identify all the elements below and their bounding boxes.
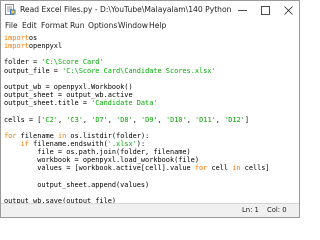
code-token: 'D10' [165, 115, 187, 124]
code-token: 'D9' [141, 115, 158, 124]
code-token: 'Candidate Data' [91, 99, 158, 108]
code-token: 'D8' [116, 115, 133, 124]
code-token: 'C2' [41, 115, 58, 124]
code-token: , [157, 115, 166, 124]
code-token: ] [244, 115, 249, 124]
menu-file[interactable]: File [5, 19, 18, 32]
code-line: output_sheet.append(values) [4, 181, 149, 190]
menu-window[interactable]: Window [118, 19, 148, 32]
close-button[interactable] [277, 1, 299, 19]
idle-editor-window: Read Excel Files.py - D:\YouTube\Malayal… [0, 0, 300, 218]
code-token: output_sheet = output_wb.active [4, 91, 133, 100]
menu-bar: File Edit Format Run Options Window Help [1, 19, 299, 32]
code-token: , [215, 115, 225, 124]
code-token: file = os.path.join(folder, filename) [4, 148, 191, 157]
code-token: 'C:\Score Card\Candidate Scores.xlsx' [62, 66, 216, 75]
code-token: filename.endswith( [28, 139, 108, 148]
code-token: 'C:\Score Card' [41, 58, 104, 67]
code-token: values = [workbook.active[cell].value [4, 164, 195, 173]
code-token: output_file = [4, 66, 63, 75]
title-bar[interactable]: Read Excel Files.py - D:\YouTube\Malayal… [1, 1, 299, 19]
code-token: , [107, 115, 117, 124]
code-token: cells = [ [4, 115, 42, 124]
code-token: output_wb = openpyxl.Workbook() [4, 82, 133, 91]
code-token: workbook = openpyxl.load_workbook(file) [4, 156, 199, 165]
code-line: cells = ['C2', 'C3', 'D7', 'D8', 'D9', '… [4, 116, 249, 125]
status-column-number: Col: 0 [267, 206, 287, 214]
code-line: output_sheet.title = 'Candidate Data' [4, 99, 158, 108]
code-token: , [132, 115, 142, 124]
minimize-icon [237, 9, 247, 11]
maximize-icon [260, 5, 270, 15]
code-token: folder = [4, 58, 42, 67]
menu-help[interactable]: Help [149, 19, 166, 32]
code-token: if [20, 139, 29, 148]
code-token: , [186, 115, 196, 124]
menu-options[interactable]: Options [88, 19, 117, 32]
code-token: for [4, 131, 17, 140]
code-token: os [28, 34, 38, 42]
code-token: import [4, 42, 29, 51]
code-token: 'D12' [224, 115, 245, 124]
code-line: values = [workbook.active[cell].value fo… [4, 164, 270, 173]
code-token: '.xlsx' [107, 139, 137, 148]
close-icon [283, 5, 293, 15]
code-token: output_sheet.append(values) [4, 180, 150, 189]
code-line: importopenpyxl [4, 42, 62, 51]
code-token: for [194, 164, 208, 173]
code-token: 'C3' [66, 115, 83, 124]
status-line-number: Ln: 1 [242, 206, 259, 214]
menu-edit[interactable]: Edit [22, 19, 37, 32]
code-editor[interactable]: importos importopenpyxl folder = 'C:\Score… [1, 33, 299, 203]
minimize-button[interactable] [231, 1, 253, 19]
window-title: Read Excel Files.py - D:\YouTube\Malayal… [20, 5, 232, 14]
maximize-button[interactable] [254, 1, 276, 19]
code-token: ): [136, 139, 146, 148]
idle-app-icon [5, 4, 16, 15]
code-token: 'D11' [195, 115, 216, 124]
code-token: cell [207, 164, 233, 173]
status-bar: Ln: 1 Col: 0 [1, 203, 299, 217]
code-token: cells] [240, 164, 270, 173]
code-token: import [4, 34, 29, 42]
code-token: filename [16, 131, 58, 140]
code-token: openpyxl [28, 42, 63, 51]
code-token: os.listdir(folder): [66, 131, 150, 140]
code-token: , [82, 115, 92, 124]
menu-run[interactable]: Run [70, 19, 85, 32]
code-token: 'D7' [91, 115, 108, 124]
code-line: output_file = 'C:\Score Card\Candidate S… [4, 67, 216, 76]
code-token: output_sheet.title = [4, 99, 92, 108]
code-token: in [232, 164, 241, 173]
menu-format[interactable]: Format [41, 19, 68, 32]
